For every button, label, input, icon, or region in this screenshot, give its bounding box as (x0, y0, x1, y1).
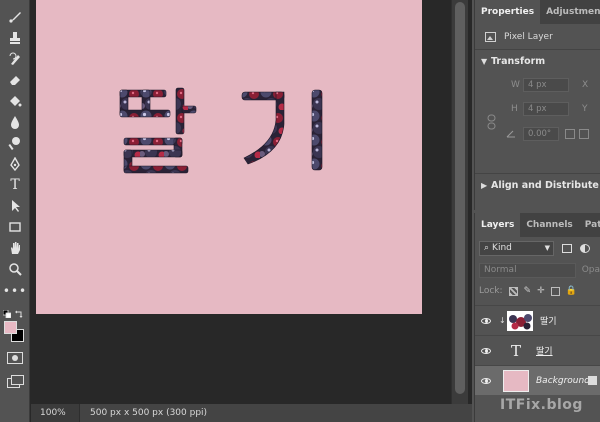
properties-panel: Properties Adjustments Pixel Layer ▼ Tra… (474, 0, 600, 210)
x-label: X (582, 80, 589, 90)
screen-mode-icon[interactable] (7, 375, 24, 388)
width-label: W (511, 80, 520, 90)
tab-adjustments[interactable]: Adjustments (540, 0, 600, 24)
filter-pixel-icon[interactable] (562, 243, 572, 253)
layers-tabbar: Layers Channels Paths (475, 213, 600, 237)
tab-paths[interactable]: Paths (579, 213, 600, 237)
blend-row: Normal Opa (475, 259, 600, 281)
angle-icon (506, 130, 515, 138)
clone-stamp-tool-icon[interactable] (4, 29, 26, 47)
pixel-layer-icon (485, 31, 496, 42)
chevron-right-icon: ▶ (481, 180, 488, 190)
paint-bucket-tool-icon[interactable] (4, 92, 26, 110)
status-bar: 100% 500 px x 500 px (300 ppi) (31, 404, 472, 422)
align-section-header[interactable]: ▶ Align and Distribute (475, 174, 600, 196)
eye-icon (481, 377, 491, 384)
flip-horizontal-icon[interactable] (565, 129, 575, 139)
quick-mask-icon[interactable] (7, 352, 23, 364)
layer-thumbnail (503, 369, 529, 392)
flip-vertical-icon[interactable] (579, 129, 589, 139)
blend-mode-select[interactable]: Normal (479, 262, 576, 278)
watermark: ITFix.blog (500, 397, 583, 413)
lock-transparent-icon[interactable] (508, 286, 518, 296)
visibility-toggle[interactable] (475, 377, 497, 384)
default-colors-icon[interactable] (3, 310, 11, 318)
lock-artboard-icon[interactable] (550, 286, 560, 296)
transform-section-header[interactable]: ▼ Transform (475, 50, 600, 72)
layer-name[interactable]: 딸기 (540, 314, 557, 327)
layer-row-text[interactable]: T 딸기 (475, 335, 600, 365)
transform-title: Transform (491, 55, 546, 67)
clip-arrow-icon: ↓ (499, 316, 506, 325)
layer-kind-row: Pixel Layer (475, 24, 600, 50)
lock-row: Lock: ✎ ✛ 🔒 (475, 281, 600, 301)
link-icon[interactable] (487, 114, 496, 130)
layer-name[interactable]: Background (536, 376, 590, 386)
eraser-tool-icon[interactable] (4, 71, 26, 89)
width-field[interactable]: 4 px (523, 78, 569, 92)
tab-layers[interactable]: Layers (475, 213, 521, 237)
hand-tool-icon[interactable] (4, 239, 26, 257)
search-icon: ⌕ (484, 242, 490, 253)
history-brush-tool-icon[interactable] (4, 50, 26, 68)
swap-colors-icon[interactable] (15, 309, 24, 318)
layer-row-clipped-image[interactable]: ↓ 딸기 (475, 305, 600, 335)
rectangle-tool-icon[interactable] (4, 218, 26, 236)
scrollbar-thumb[interactable] (455, 2, 465, 394)
more-tools-icon[interactable]: ••• (3, 282, 26, 300)
tab-properties[interactable]: Properties (475, 0, 541, 24)
dodge-tool-icon[interactable] (4, 134, 26, 152)
height-field[interactable]: 4 px (523, 102, 569, 116)
lock-icon (588, 376, 597, 385)
zoom-level[interactable]: 100% (31, 408, 69, 418)
angle-field[interactable]: 0.00° (523, 127, 559, 141)
tools-panel: T ••• (0, 0, 30, 422)
lock-all-icon[interactable]: 🔒 (566, 286, 577, 296)
zoom-tool-icon[interactable] (4, 260, 26, 278)
transform-section: W 4 px X H 4 px Y 0.00° (475, 72, 600, 174)
document-canvas[interactable] (36, 0, 422, 314)
vertical-scrollbar[interactable] (451, 0, 468, 405)
visibility-toggle[interactable] (475, 317, 497, 324)
document-workspace: 100% 500 px x 500 px (300 ppi) (31, 0, 472, 422)
strawberry-text-artwork (119, 87, 323, 174)
eye-icon (481, 317, 491, 324)
layer-thumbnail (507, 310, 533, 331)
chevron-down-icon: ▼ (481, 56, 488, 66)
filter-kind-value: Kind (492, 242, 512, 253)
foreground-color-swatch[interactable] (4, 321, 17, 334)
eye-icon (481, 347, 491, 354)
path-selection-tool-icon[interactable] (4, 197, 26, 215)
document-info[interactable]: 500 px x 500 px (300 ppi) (79, 404, 472, 422)
lock-pixels-icon[interactable]: ✎ (524, 286, 532, 296)
layer-name[interactable]: 딸기 (536, 344, 553, 357)
chevron-down-icon: ▼ (544, 243, 550, 252)
blur-tool-icon[interactable] (4, 113, 26, 131)
align-title: Align and Distribute (491, 179, 599, 191)
layer-row-background[interactable]: Background (475, 365, 600, 395)
text-layer-icon: T (510, 341, 521, 360)
opacity-label: Opa (581, 265, 600, 275)
brush-tool-icon[interactable] (4, 8, 26, 26)
layer-kind-label: Pixel Layer (504, 31, 553, 42)
layer-filter-row: ⌕ Kind ▼ (475, 237, 600, 259)
y-label: Y (582, 104, 588, 114)
tab-channels[interactable]: Channels (520, 213, 578, 237)
lock-label: Lock: (479, 286, 503, 296)
layers-panel: Layers Channels Paths ⌕ Kind ▼ Normal Op… (474, 213, 600, 422)
filter-adjustment-icon[interactable] (580, 243, 590, 253)
type-tool-icon[interactable]: T (4, 176, 26, 194)
visibility-toggle[interactable] (475, 347, 497, 354)
pen-tool-icon[interactable] (4, 155, 26, 173)
lock-position-icon[interactable]: ✛ (537, 286, 545, 296)
filter-kind-select[interactable]: ⌕ Kind ▼ (479, 240, 554, 256)
height-label: H (511, 104, 518, 114)
properties-tabbar: Properties Adjustments (475, 0, 600, 24)
